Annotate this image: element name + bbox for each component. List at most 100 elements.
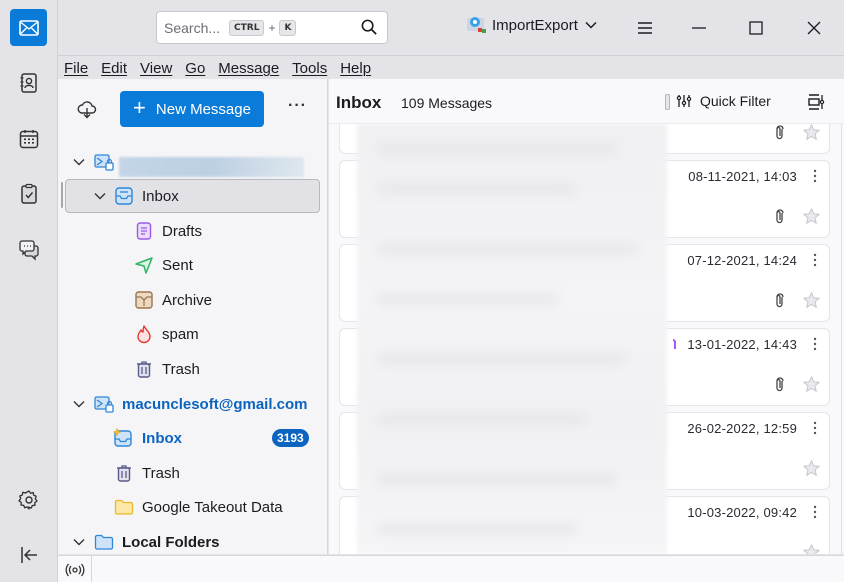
- maximize-icon: [749, 21, 763, 35]
- spaces-toolbar: [0, 0, 58, 582]
- drafts-icon: [136, 222, 152, 240]
- quick-filter-button[interactable]: Quick Filter: [676, 93, 771, 109]
- address-book-space-button[interactable]: [10, 64, 47, 101]
- account-name: Local Folders: [122, 533, 220, 551]
- folder-spam[interactable]: spam: [58, 317, 327, 351]
- new-message-label: New Message: [155, 100, 251, 118]
- message-date: 10-03-2022, 09:42: [687, 505, 797, 520]
- list-layout-icon[interactable]: [807, 93, 825, 111]
- account-row-1[interactable]: [58, 145, 327, 179]
- account-icon: [94, 154, 114, 171]
- chevron-down-icon[interactable]: [93, 189, 107, 203]
- folder-trash-1[interactable]: Trash: [58, 352, 327, 386]
- tag-indicator: [673, 339, 676, 349]
- message-date: 26-02-2022, 12:59: [687, 421, 797, 436]
- folder-drafts[interactable]: Drafts: [58, 214, 327, 248]
- message-menu-icon[interactable]: [813, 252, 817, 268]
- message-date: 13-01-2022, 14:43: [687, 337, 797, 352]
- attachment-icon: [776, 377, 784, 392]
- mail-space-button[interactable]: [10, 9, 47, 46]
- collapse-spaces-button[interactable]: [10, 536, 47, 573]
- title-bar: Search... CTRL + K ImportExport: [58, 0, 844, 56]
- shortcut-key-k: K: [279, 19, 297, 36]
- menu-message[interactable]: Message: [218, 60, 279, 77]
- message-date: 07-12-2021, 14:24: [687, 253, 797, 268]
- folder-label: Trash: [162, 360, 200, 378]
- profile-name: ImportExport: [492, 16, 578, 34]
- chevron-down-icon[interactable]: [72, 397, 86, 411]
- menu-help[interactable]: Help: [340, 60, 371, 77]
- shortcut-plus: +: [268, 20, 276, 35]
- message-count: 109 Messages: [401, 95, 493, 111]
- folder-pane: + New Message ··· Inbox Drafts Sent Arch…: [58, 79, 328, 554]
- app-menu-button[interactable]: [631, 14, 659, 42]
- message-menu-icon[interactable]: [813, 504, 817, 520]
- redacted-message-content: [357, 124, 667, 554]
- global-search-input[interactable]: Search... CTRL + K: [156, 11, 388, 44]
- star-icon[interactable]: [802, 291, 821, 310]
- folder-trash-2[interactable]: Trash: [58, 456, 327, 490]
- settings-button[interactable]: [10, 481, 47, 518]
- tasks-space-button[interactable]: [10, 175, 47, 212]
- close-icon: [807, 21, 821, 35]
- account-name-redacted: [119, 157, 304, 177]
- attachment-icon: [776, 125, 784, 140]
- minimize-button[interactable]: [685, 14, 713, 42]
- status-divider: [91, 556, 92, 582]
- calendar-space-button[interactable]: [10, 120, 47, 157]
- message-list-pane: Inbox 109 Messages Quick Filter 11-10-20…: [329, 79, 844, 554]
- folder-icon: [114, 499, 134, 515]
- folder-sent[interactable]: Sent: [58, 248, 327, 282]
- message-menu-icon[interactable]: [813, 336, 817, 352]
- star-icon[interactable]: [802, 375, 821, 394]
- menu-view[interactable]: View: [140, 60, 172, 77]
- menu-edit[interactable]: Edit: [101, 60, 127, 77]
- message-menu-icon[interactable]: [813, 168, 817, 184]
- star-icon[interactable]: [802, 207, 821, 226]
- chevron-down-icon[interactable]: [72, 155, 86, 169]
- header-resize-handle[interactable]: [665, 94, 670, 110]
- message-date: 08-11-2021, 14:03: [688, 169, 797, 184]
- online-status-button[interactable]: [64, 561, 86, 578]
- folder-inbox-2[interactable]: Inbox 3193: [58, 421, 327, 455]
- message-list-scrollbar[interactable]: [841, 124, 842, 554]
- new-message-button[interactable]: + New Message: [120, 91, 264, 127]
- search-placeholder: Search...: [164, 19, 221, 36]
- message-list-header: Inbox 109 Messages Quick Filter: [329, 79, 844, 124]
- trash-icon: [137, 361, 151, 378]
- shortcut-key-ctrl: CTRL: [229, 19, 265, 36]
- local-folders-icon: [94, 534, 114, 550]
- folder-label: Archive: [162, 291, 213, 309]
- gear-icon: [17, 489, 38, 510]
- message-menu-icon[interactable]: [813, 420, 817, 436]
- account-icon: [94, 396, 114, 413]
- collapse-left-icon: [20, 546, 37, 563]
- trash-icon: [117, 465, 131, 482]
- menu-file[interactable]: File: [64, 60, 88, 77]
- maximize-button[interactable]: [742, 14, 770, 42]
- account-row-2[interactable]: macunclesoft@gmail.com: [58, 387, 327, 421]
- folder-label: Inbox: [142, 429, 182, 447]
- profile-switcher[interactable]: ImportExport: [466, 14, 598, 36]
- unread-count-badge: 3193: [272, 429, 309, 447]
- search-icon[interactable]: [360, 18, 379, 37]
- folder-archive[interactable]: Archive: [58, 283, 327, 317]
- profile-icon: [467, 17, 486, 33]
- account-local-folders[interactable]: Local Folders: [58, 525, 327, 554]
- folder-pane-more-button[interactable]: ···: [288, 97, 307, 115]
- folder-google-takeout[interactable]: Google Takeout Data: [58, 490, 327, 524]
- star-icon[interactable]: [802, 543, 821, 554]
- folder-label: spam: [162, 325, 199, 343]
- chat-space-button[interactable]: [10, 231, 47, 268]
- filter-sliders-icon: [676, 95, 692, 107]
- get-messages-icon[interactable]: [76, 98, 98, 120]
- chevron-down-icon[interactable]: [72, 535, 86, 549]
- folder-pane-header: + New Message ···: [58, 79, 327, 141]
- menu-tools[interactable]: Tools: [292, 60, 327, 77]
- close-button[interactable]: [800, 14, 828, 42]
- star-icon[interactable]: [802, 123, 821, 142]
- folder-label: Inbox: [142, 187, 179, 205]
- folder-inbox-1[interactable]: Inbox: [58, 179, 327, 213]
- star-icon[interactable]: [802, 459, 821, 478]
- menu-go[interactable]: Go: [185, 60, 205, 77]
